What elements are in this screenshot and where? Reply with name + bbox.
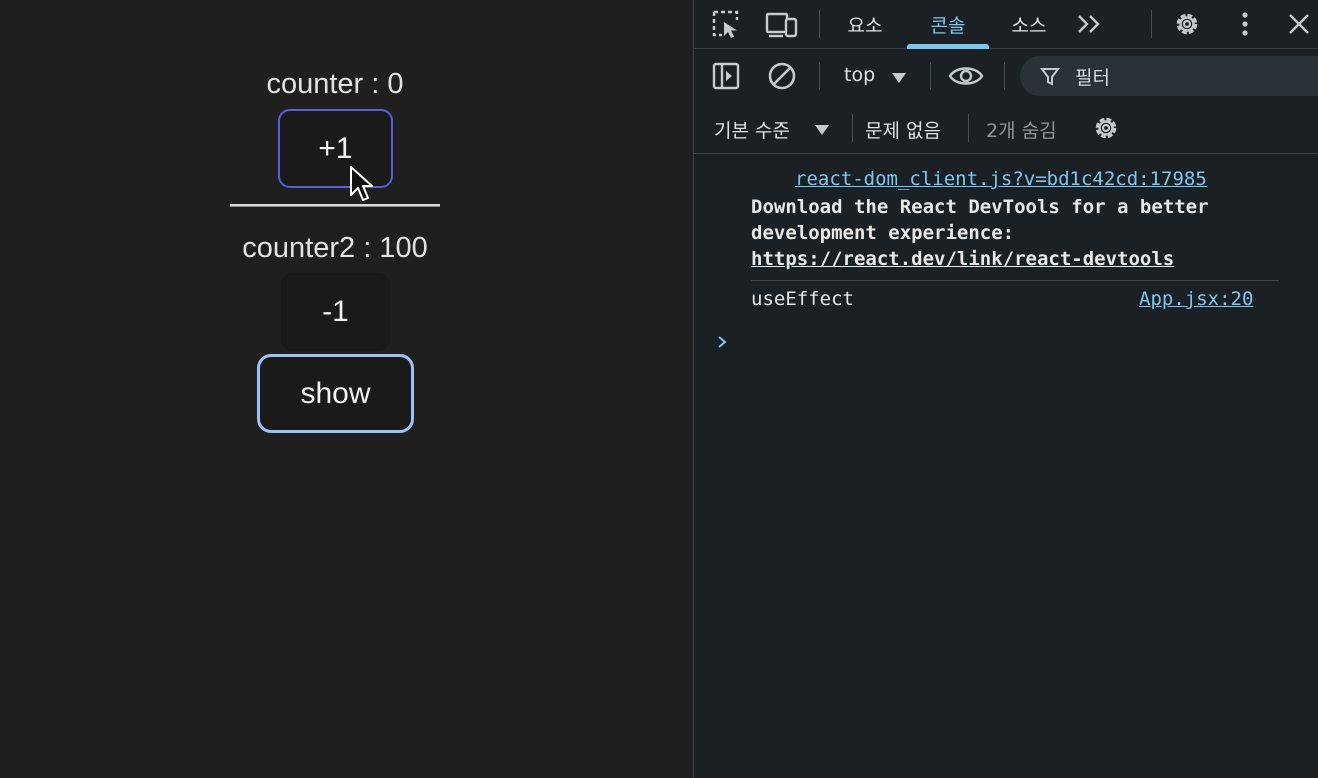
devtools-panel: 요소 콘솔 소스 top 필터 기본 수준 문제 없음 2개 숨김 react-…	[693, 0, 1318, 778]
react-devtools-link[interactable]: https://react.dev/link/react-devtools	[751, 246, 1311, 272]
issues-counter[interactable]: 문제 없음	[865, 116, 941, 143]
toolbar-separator	[968, 114, 969, 142]
prompt-chevron-icon[interactable]	[716, 334, 728, 350]
hidden-count: 2개 숨김	[986, 120, 1057, 142]
sidebar-toggle-icon[interactable]	[708, 59, 744, 93]
horizontal-rule	[230, 204, 440, 207]
filter-placeholder: 필터	[1075, 67, 1110, 89]
filter-input[interactable]: 필터	[1020, 56, 1318, 96]
console-output: react-dom_client.js?v=bd1c42cd:17985 Dow…	[694, 156, 1318, 778]
console-message: Download the React DevTools for a better…	[751, 194, 1311, 272]
console-toolbar: top 필터	[694, 50, 1318, 102]
counter-label: counter : 0	[266, 68, 404, 100]
context-selector[interactable]: top	[844, 64, 875, 86]
toolbar-separator	[852, 114, 853, 142]
tab-elements[interactable]: 요소	[832, 0, 898, 49]
kebab-menu-icon[interactable]	[1227, 7, 1263, 41]
tab-sources[interactable]: 소스	[996, 0, 1062, 49]
app-viewport: counter : 0 +1 counter2 : 100 -1 show	[0, 0, 693, 778]
devtools-tabbar: 요소 콘솔 소스	[694, 0, 1318, 49]
inspect-element-icon[interactable]	[708, 7, 744, 41]
toolbar-separator	[930, 62, 931, 90]
filter-icon	[1040, 68, 1060, 86]
clear-console-icon[interactable]	[764, 59, 800, 93]
settings-icon[interactable]	[1169, 7, 1205, 41]
decrement-button[interactable]: -1	[281, 273, 390, 351]
eye-icon[interactable]	[948, 59, 984, 93]
log-level-selector[interactable]: 기본 수준	[714, 116, 790, 143]
tab-console[interactable]: 콘솔	[907, 0, 989, 49]
console-settings-icon[interactable]	[1088, 111, 1124, 145]
message-line: development experience:	[751, 222, 1015, 244]
toolbar-separator	[819, 10, 820, 38]
mouse-cursor-icon	[350, 166, 373, 201]
toolbar-separator	[1004, 62, 1005, 90]
show-button[interactable]: show	[257, 354, 414, 433]
message-source-link[interactable]: App.jsx:20	[1139, 288, 1253, 310]
message-source-link[interactable]: react-dom_client.js?v=bd1c42cd:17985	[795, 168, 1207, 190]
message-line: Download the React DevTools for a better	[751, 196, 1209, 218]
device-toolbar-icon[interactable]	[764, 7, 800, 41]
toolbar-separator	[1151, 10, 1152, 38]
increment-button[interactable]: +1	[278, 109, 393, 188]
active-tab-indicator	[907, 44, 989, 49]
chevron-down-icon	[815, 125, 829, 135]
toolbar-separator	[819, 62, 820, 90]
close-icon[interactable]	[1281, 7, 1317, 41]
console-toolbar-secondary: 기본 수준 문제 없음 2개 숨김	[694, 102, 1318, 154]
console-message: useEffect	[751, 288, 854, 310]
chevron-down-icon	[892, 73, 906, 83]
more-tabs-icon[interactable]	[1072, 7, 1108, 41]
counter2-label: counter2 : 100	[242, 232, 428, 264]
message-divider	[751, 280, 1279, 281]
